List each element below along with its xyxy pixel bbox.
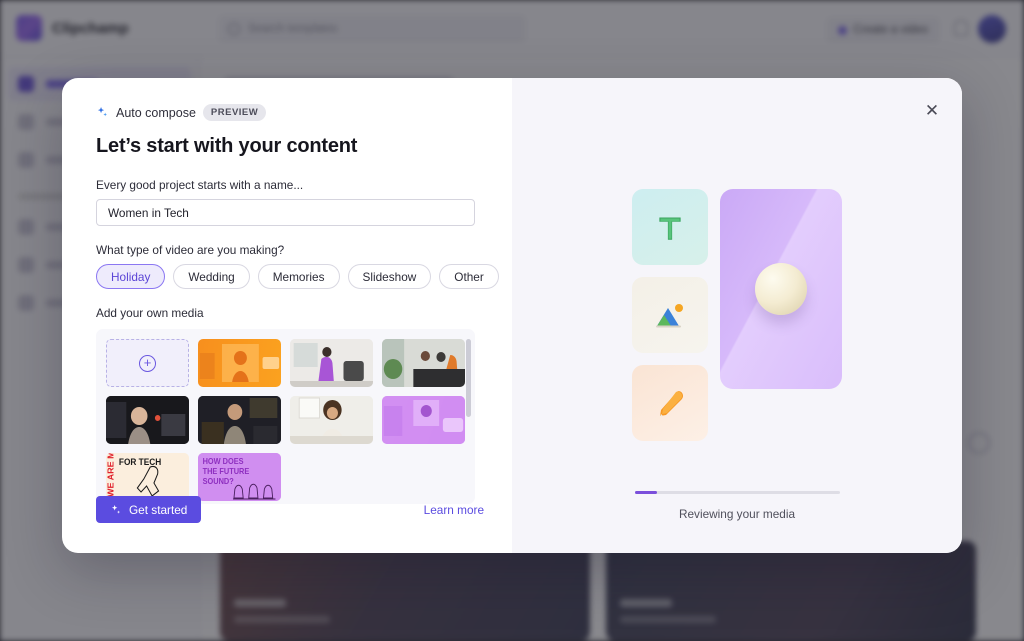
get-started-label: Get started [129,502,188,517]
svg-text:SOUND?: SOUND? [203,477,234,486]
svg-text:THE FUTURE: THE FUTURE [203,467,250,476]
dialog-left-pane: Auto compose PREVIEW Let’s start with yo… [62,78,512,553]
chip-slideshow[interactable]: Slideshow [347,264,432,289]
image-icon [656,304,683,328]
auto-compose-dialog: Auto compose PREVIEW Let’s start with yo… [62,78,962,553]
media-thumbnail[interactable] [290,339,373,387]
video-type-chips: Holiday Wedding Memories Slideshow Other [96,264,499,289]
plus-circle-icon: + [139,354,156,372]
media-thumbnail[interactable] [382,339,465,387]
sparkle-icon [111,504,121,514]
pen-icon [660,391,683,417]
add-media-tile[interactable]: + [106,339,189,387]
preview-icon-column [632,189,708,441]
media-thumbnail[interactable] [106,396,189,444]
dialog-title: Let’s start with your content [96,135,358,157]
chip-memories[interactable]: Memories [257,264,340,289]
project-name-label: Every good project starts with a name... [96,178,304,192]
text-t-icon [659,217,681,240]
media-thumbnail[interactable] [290,396,373,444]
eyebrow-label: Auto compose [116,105,196,120]
sphere-object [755,263,807,315]
get-started-button[interactable]: Get started [96,496,202,523]
media-thumbnail-poster[interactable]: WE ARE MAD FOR TECH [106,453,189,501]
svg-text:HOW DOES: HOW DOES [203,457,244,466]
learn-more-link[interactable]: Learn more [424,503,484,517]
close-icon[interactable]: ✕ [919,98,945,124]
chip-other[interactable]: Other [439,264,499,289]
chip-wedding[interactable]: Wedding [173,264,250,289]
chip-holiday[interactable]: Holiday [96,264,166,289]
media-preview-card [720,189,842,389]
progress-fill [634,491,658,494]
pen-card [632,365,708,441]
svg-text:WE ARE MAD: WE ARE MAD [106,453,115,497]
media-panel: + WE ARE MAD FOR TECH HOW DOES THE FUTUR… [96,329,475,504]
media-scrollbar[interactable] [466,339,471,494]
video-type-label: What type of video are you making? [96,243,285,257]
text-card [632,189,708,265]
dialog-preview-pane: ✕ Reviewing your media [512,78,962,553]
media-thumbnail[interactable] [198,396,281,444]
media-thumbnail[interactable] [198,339,281,387]
add-media-label: Add your own media [96,306,204,320]
svg-text:FOR TECH: FOR TECH [119,457,161,467]
media-scrollbar-thumb[interactable] [466,339,471,417]
media-thumbnail[interactable] [382,396,465,444]
project-name-input[interactable] [96,199,475,226]
sparkle-icon [97,106,108,117]
preview-progress: Reviewing your media [512,491,962,521]
preview-badge: PREVIEW [202,104,267,121]
preview-stage [512,189,962,441]
progress-track [634,491,840,494]
media-thumbnail-poster[interactable]: HOW DOES THE FUTURE SOUND? [198,453,281,501]
progress-status-text: Reviewing your media [678,507,796,521]
dialog-eyebrow: Auto compose PREVIEW [96,104,484,121]
media-grid: + WE ARE MAD FOR TECH HOW DOES THE FUTUR… [106,339,465,501]
dialog-footer: Get started Learn more [96,496,484,523]
image-card [632,277,708,353]
